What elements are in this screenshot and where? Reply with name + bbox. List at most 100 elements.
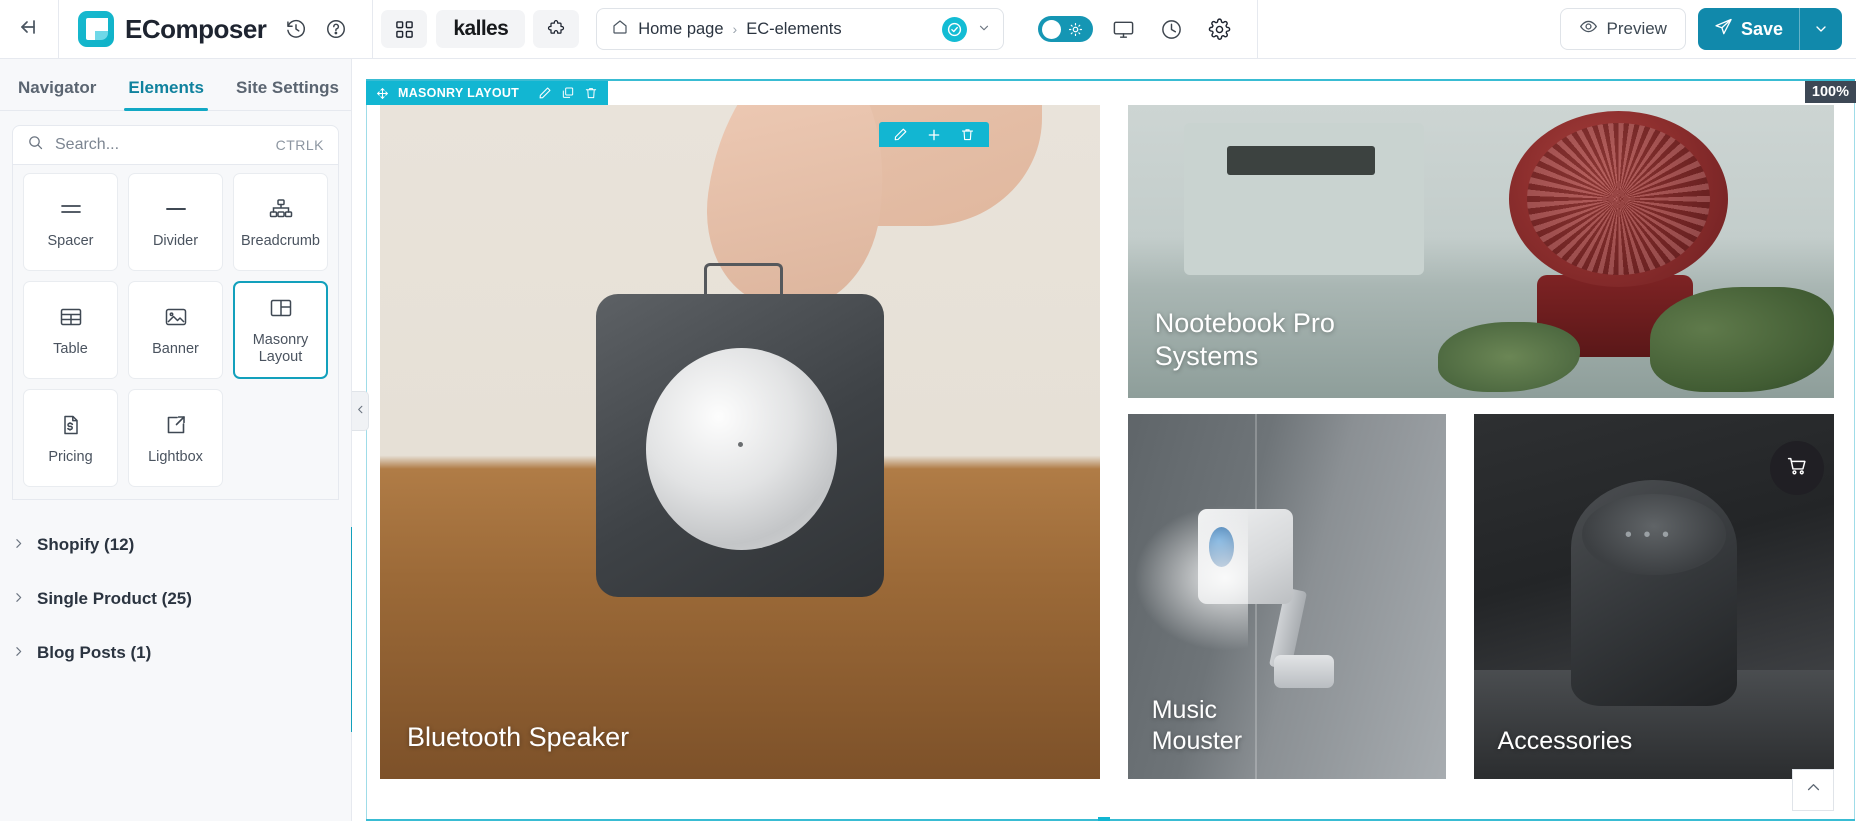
desktop-view-button[interactable] [1106, 12, 1140, 46]
breadcrumb[interactable]: Home page › EC-elements [596, 8, 1005, 50]
apps-extension-button[interactable] [533, 10, 580, 48]
trash-icon[interactable] [960, 127, 975, 142]
back-button[interactable] [0, 0, 58, 58]
element-card-pricing[interactable]: Pricing [23, 389, 118, 487]
search-placeholder: Search... [55, 136, 120, 153]
shopping-cart-icon [1786, 455, 1808, 482]
home-icon [611, 18, 629, 41]
element-label: Spacer [47, 232, 94, 249]
preview-button[interactable]: Preview [1560, 8, 1686, 50]
masonry-tile-nootebook-pro[interactable]: Nootebook Pro Systems [1127, 105, 1834, 399]
brand-name: EComposer [125, 13, 267, 44]
sidebar-section-shopify[interactable]: Shopify (12) [12, 518, 339, 572]
masonry-tile-bluetooth-speaker[interactable]: Bluetooth Speaker [380, 105, 1100, 779]
sidebar-section-single-product[interactable]: Single Product (25) [12, 572, 339, 626]
help-button[interactable] [319, 12, 353, 46]
save-button[interactable]: Save [1697, 8, 1842, 50]
divider-icon [163, 195, 189, 223]
chevron-up-icon [1805, 779, 1822, 801]
banner-icon [163, 303, 189, 331]
section-resize-handle[interactable] [1098, 817, 1110, 821]
badge-trash-icon[interactable] [584, 86, 598, 100]
spacer-icon [58, 195, 84, 223]
eye-icon [1579, 17, 1598, 41]
save-dropdown-button[interactable] [1800, 21, 1842, 37]
back-arrow-icon [17, 15, 41, 44]
masonry-tile-music-mouster[interactable]: Music Mouster [1127, 414, 1446, 779]
element-card-lightbox[interactable]: Lightbox [128, 389, 223, 487]
version-history-button[interactable] [1154, 12, 1188, 46]
settings-button[interactable] [1202, 12, 1236, 46]
masonry-layout: Bluetooth Speaker Nootebook Pro Systems … [380, 105, 1834, 779]
breadcrumb-item-home[interactable]: Home page [638, 20, 723, 39]
element-card-table[interactable]: Table [23, 281, 118, 379]
element-label: Banner [152, 340, 199, 357]
masonry-column-left: Bluetooth Speaker [380, 105, 1100, 779]
sidebar-collapse-button[interactable] [352, 391, 369, 431]
badge-copy-icon[interactable] [561, 86, 575, 100]
preview-label: Preview [1606, 19, 1667, 38]
breadcrumb-separator-icon: › [732, 21, 738, 37]
elements-grid: Spacer Divider Breadcrumb Table Banner M… [23, 173, 328, 487]
section-label: Shopify (12) [37, 535, 135, 554]
brand-logo[interactable]: EComposer [59, 11, 276, 47]
chevron-left-icon [355, 402, 366, 420]
move-cross-icon[interactable] [376, 87, 389, 100]
top-toolbar: EComposer kalles Home page › EC-elements… [0, 0, 1856, 59]
paper-plane-icon [1714, 17, 1733, 41]
ecomposer-app: EComposer kalles Home page › EC-elements… [0, 0, 1856, 821]
speaker-photo [380, 105, 1100, 779]
element-selection-badge: MASONRY LAYOUT [366, 81, 609, 105]
search-wrapper: Search... CTRLK [0, 111, 351, 165]
theme-button[interactable]: kalles [436, 10, 526, 48]
element-label: Divider [152, 232, 199, 249]
pricing-icon [59, 411, 83, 439]
element-label: Lightbox [148, 448, 203, 465]
element-label: Masonry Layout [252, 332, 309, 365]
plus-icon[interactable] [926, 127, 942, 143]
element-card-spacer[interactable]: Spacer [23, 173, 118, 271]
pencil-icon[interactable] [893, 127, 908, 142]
check-circle-icon[interactable] [942, 16, 968, 42]
masonry-row-bottom: Music Mouster • • • Accessories [1127, 414, 1834, 779]
light-mode-toggle[interactable] [1038, 16, 1094, 42]
table-icon [58, 303, 84, 331]
save-main[interactable]: Save [1698, 17, 1799, 41]
chevron-right-icon [12, 591, 25, 608]
masonry-tile-title: Accessories [1497, 726, 1633, 755]
shopping-cart-button[interactable] [1770, 441, 1824, 495]
element-card-breadcrumb[interactable]: Breadcrumb [233, 173, 328, 271]
scroll-to-top-button[interactable] [1792, 769, 1834, 811]
sun-icon [1068, 22, 1083, 37]
tab-navigator[interactable]: Navigator [18, 78, 96, 110]
masonry-icon [268, 294, 294, 322]
editor-canvas: MASONRY LAYOUT 100% Bluetooth Speaker No… [352, 59, 1856, 821]
element-card-divider[interactable]: Divider [128, 173, 223, 271]
badge-pencil-icon[interactable] [538, 86, 552, 100]
history-button[interactable] [279, 12, 313, 46]
breadcrumb-item-current[interactable]: EC-elements [746, 20, 841, 39]
masonry-tile-title: Bluetooth Speaker [407, 722, 630, 753]
section-label: Blog Posts (1) [37, 643, 152, 662]
left-sidebar: Navigator Elements Site Settings Search.… [0, 59, 354, 821]
masonry-column-right: Nootebook Pro Systems Music Mouster • • … [1127, 105, 1834, 779]
ecomposer-logo-icon [78, 11, 114, 47]
search-input[interactable]: Search... CTRLK [12, 125, 339, 165]
element-label: Pricing [48, 448, 93, 465]
element-card-banner[interactable]: Banner [128, 281, 223, 379]
tab-elements[interactable]: Elements [124, 78, 208, 111]
breadcrumb-chevron-down-icon[interactable] [971, 21, 997, 38]
element-card-masonry-layout[interactable]: Masonry Layout [233, 281, 328, 379]
masonry-tile-title: Nootebook Pro Systems [1154, 307, 1335, 372]
element-label: Breadcrumb [241, 232, 320, 249]
apps-button[interactable] [381, 10, 428, 48]
elements-panel: Spacer Divider Breadcrumb Table Banner M… [12, 165, 339, 500]
sidebar-section-blog-posts[interactable]: Blog Posts (1) [12, 626, 339, 680]
save-label: Save [1740, 18, 1783, 39]
lightbox-icon [164, 411, 188, 439]
zoom-level-indicator: 100% [1804, 81, 1856, 103]
tab-site-settings[interactable]: Site Settings [236, 78, 339, 110]
breadcrumb-icon [267, 195, 295, 223]
section-toolbar [879, 122, 989, 147]
main-area: Navigator Elements Site Settings Search.… [0, 59, 1856, 821]
